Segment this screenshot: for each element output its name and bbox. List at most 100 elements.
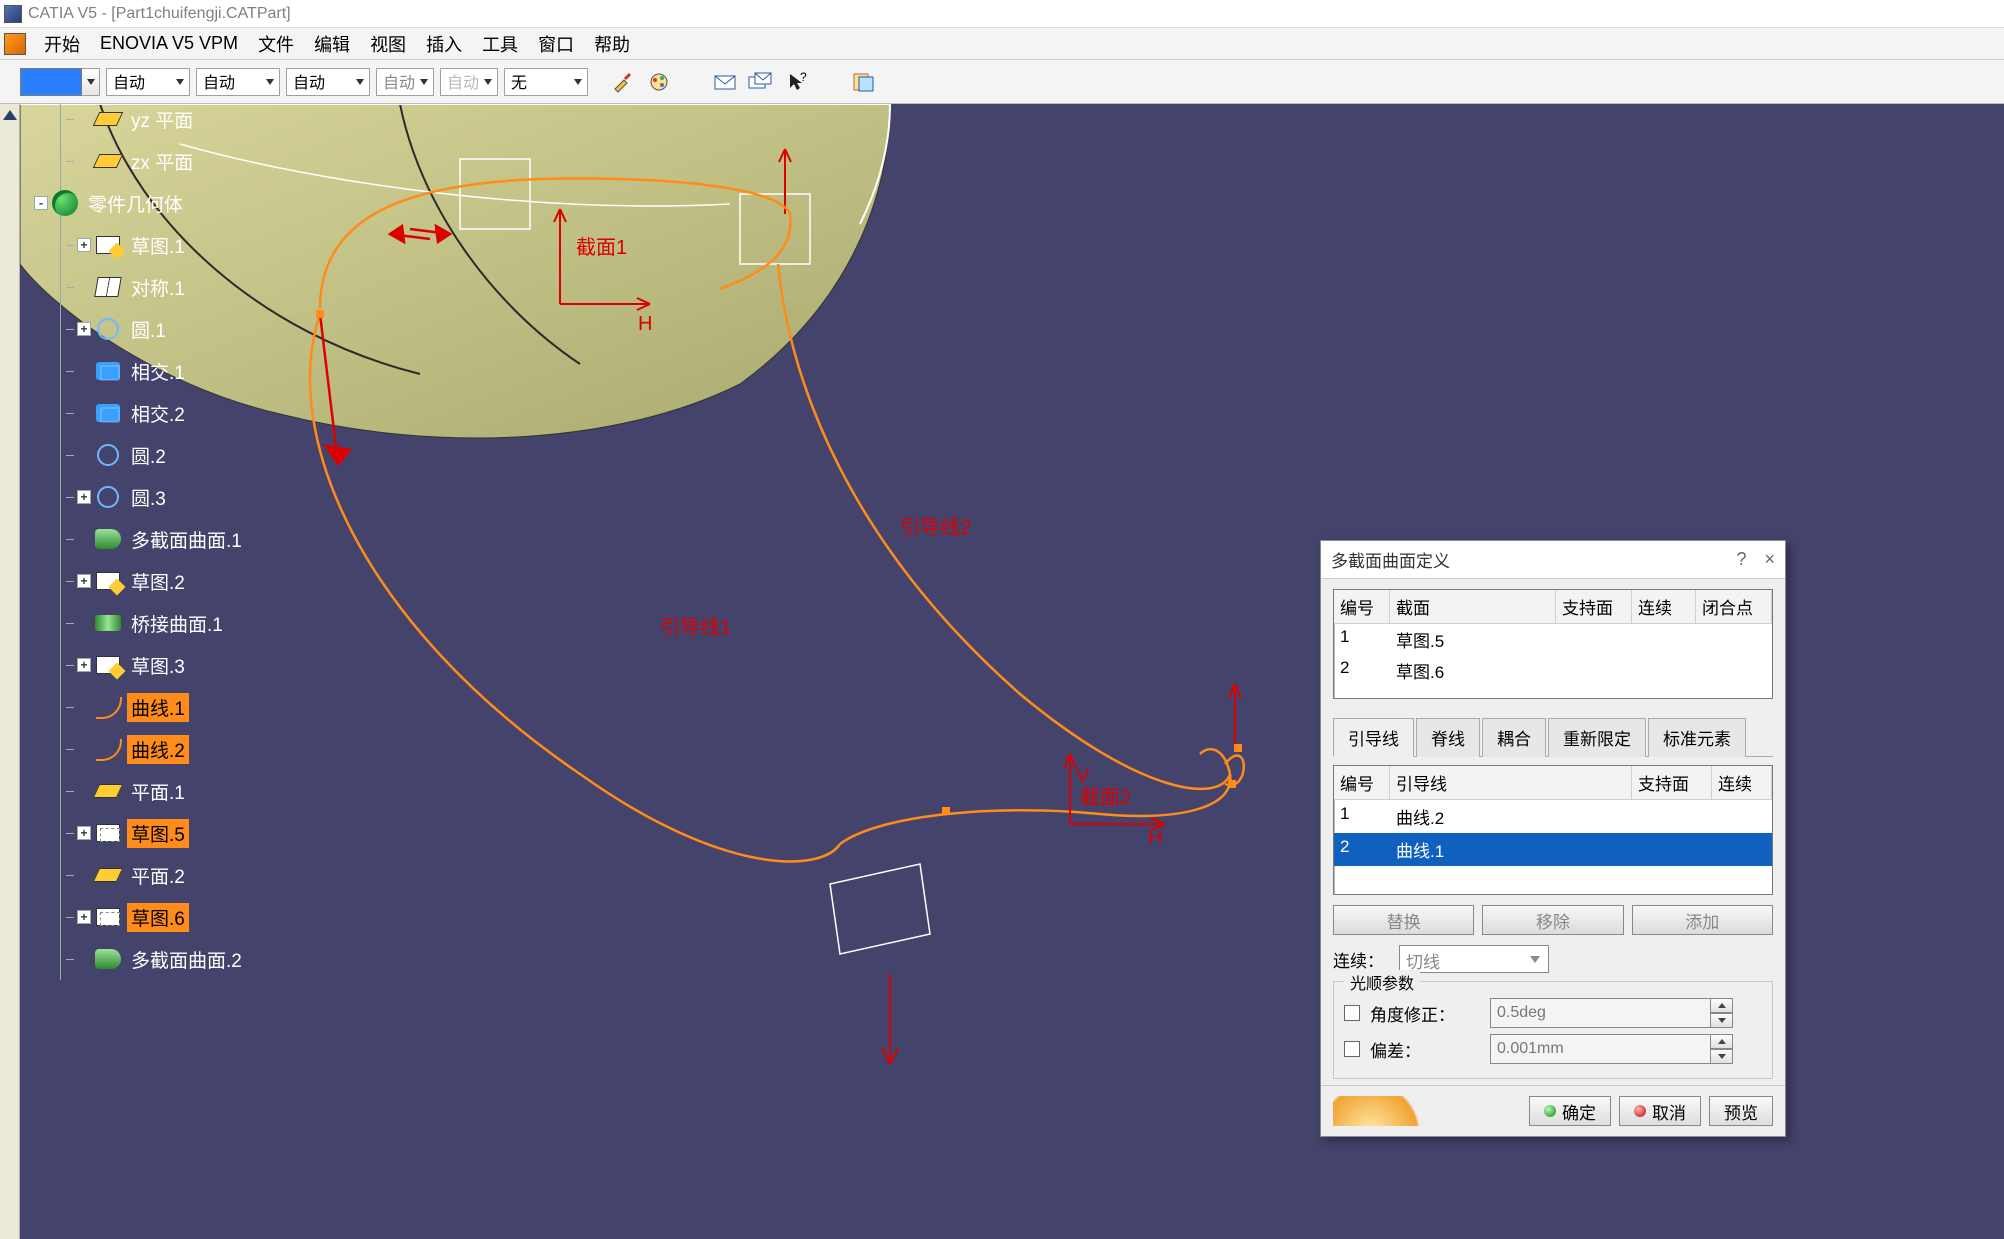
catalog-icon[interactable]: [848, 67, 878, 97]
tab-spine[interactable]: 脊线: [1416, 718, 1480, 757]
tree-item[interactable]: -零件几何体: [34, 182, 314, 224]
menu-file[interactable]: 文件: [248, 27, 304, 61]
tree-item-label: zx 平面: [127, 147, 197, 176]
tree-item[interactable]: +多截面曲面.2: [34, 938, 314, 980]
ok-button[interactable]: 确定: [1529, 1096, 1611, 1126]
tree-item[interactable]: +圆.3: [34, 476, 314, 518]
expander-icon[interactable]: +: [77, 658, 91, 672]
deviation-input[interactable]: [1490, 1034, 1733, 1064]
preview-button[interactable]: 预览: [1709, 1096, 1773, 1126]
tree-item[interactable]: +zx 平面: [34, 140, 314, 182]
combo-auto-5[interactable]: 自动: [440, 68, 498, 96]
tree-item[interactable]: +曲线.2: [34, 728, 314, 770]
menu-window[interactable]: 窗口: [528, 27, 584, 61]
tree-item-label: 多截面曲面.1: [127, 525, 246, 554]
expander-icon[interactable]: +: [77, 490, 91, 504]
expander-icon[interactable]: +: [77, 322, 91, 336]
guides-list[interactable]: 编号 引导线 支持面 连续 1曲线.2 2曲线.1: [1333, 765, 1773, 895]
remove-button[interactable]: 移除: [1482, 905, 1623, 935]
cancel-button[interactable]: 取消: [1619, 1096, 1701, 1126]
tab-canon[interactable]: 标准元素: [1648, 718, 1746, 757]
spec-tree[interactable]: +yz 平面+zx 平面-零件几何体+草图.1+对称.1+圆.1+相交.1+相交…: [34, 104, 314, 980]
col-closept: 闭合点: [1696, 590, 1772, 624]
tree-item[interactable]: +yz 平面: [34, 104, 314, 140]
expander-icon[interactable]: +: [77, 574, 91, 588]
stepper-down-icon[interactable]: [1711, 1013, 1733, 1028]
add-button[interactable]: 添加: [1632, 905, 1773, 935]
tree-item-label: 相交.1: [127, 357, 189, 386]
tree-item[interactable]: +相交.2: [34, 392, 314, 434]
paint-icon[interactable]: [644, 67, 674, 97]
tree-item[interactable]: +多截面曲面.1: [34, 518, 314, 560]
tree-item[interactable]: +对称.1: [34, 266, 314, 308]
replace-button[interactable]: 替换: [1333, 905, 1474, 935]
tree-item[interactable]: + 草图.2: [34, 560, 314, 602]
deviation-checkbox[interactable]: [1344, 1041, 1360, 1057]
dialog-help-icon[interactable]: ?: [1736, 549, 1746, 570]
tree-item-label: 草图.6: [127, 903, 189, 932]
brush-icon[interactable]: [608, 67, 638, 97]
combo-none[interactable]: 无: [504, 68, 588, 96]
combo-auto-2[interactable]: 自动: [196, 68, 280, 96]
tree-item-label: yz 平面: [127, 105, 197, 134]
left-gutter[interactable]: [0, 104, 20, 1239]
stepper-down-icon[interactable]: [1711, 1049, 1733, 1064]
tree-item[interactable]: +平面.2: [34, 854, 314, 896]
combo-auto-1[interactable]: 自动: [106, 68, 190, 96]
label-v: V: [1076, 765, 1090, 787]
menu-view[interactable]: 视图: [360, 27, 416, 61]
tab-couple[interactable]: 耦合: [1482, 718, 1546, 757]
pointer-help-icon[interactable]: ?: [782, 67, 812, 97]
expander-icon[interactable]: +: [77, 826, 91, 840]
mail-multi-icon[interactable]: [746, 67, 776, 97]
combo-auto-4[interactable]: 自动: [376, 68, 434, 96]
tree-item[interactable]: +曲线.1: [34, 686, 314, 728]
plane-icon: [95, 148, 121, 174]
label-guide2: 引导线2: [900, 516, 971, 539]
list-row[interactable]: 2草图.6: [1334, 655, 1772, 686]
menu-insert[interactable]: 插入: [416, 27, 472, 61]
tabs: 引导线 脊线 耦合 重新限定 标准元素: [1333, 717, 1773, 757]
list-row[interactable]: 1草图.5: [1334, 624, 1772, 655]
angle-checkbox[interactable]: [1344, 1005, 1360, 1021]
menu-tools[interactable]: 工具: [472, 27, 528, 61]
continuity-select[interactable]: 切线: [1399, 945, 1549, 973]
stepper-up-icon[interactable]: [1711, 1034, 1733, 1049]
footer-decoration-icon: [1333, 1096, 1521, 1126]
tree-item[interactable]: + 草图.6: [34, 896, 314, 938]
expander-icon[interactable]: +: [77, 238, 91, 252]
tree-item-label: 平面.1: [127, 777, 189, 806]
menu-help[interactable]: 帮助: [584, 27, 640, 61]
color-combo[interactable]: [20, 68, 100, 96]
workbench-icon[interactable]: [4, 33, 26, 55]
list-row[interactable]: 1曲线.2: [1334, 800, 1772, 833]
sections-list[interactable]: 编号 截面 支持面 连续 闭合点 1草图.5 2草图.6: [1333, 589, 1773, 699]
tab-guide[interactable]: 引导线: [1333, 718, 1414, 757]
menu-edit[interactable]: 编辑: [304, 27, 360, 61]
main-area: 截面1 H 引导线1 引导线2: [0, 104, 2004, 1239]
tree-item[interactable]: +草图.5: [34, 812, 314, 854]
tree-item[interactable]: +草图.1: [34, 224, 314, 266]
menu-enovia[interactable]: ENOVIA V5 VPM: [90, 29, 248, 58]
angle-input[interactable]: [1490, 998, 1733, 1028]
list-row[interactable]: 2曲线.1: [1334, 833, 1772, 866]
tree-item-label: 草图.2: [127, 567, 189, 596]
stepper-up-icon[interactable]: [1711, 998, 1733, 1013]
tree-item-label: 对称.1: [127, 273, 189, 302]
dialog-close-icon[interactable]: ×: [1764, 549, 1775, 570]
tree-item[interactable]: +草图.3: [34, 644, 314, 686]
tree-item[interactable]: +平面.1: [34, 770, 314, 812]
expander-icon[interactable]: -: [34, 196, 48, 210]
mail-icon[interactable]: [710, 67, 740, 97]
led-green-icon: [1544, 1105, 1556, 1117]
tree-item[interactable]: +圆.2: [34, 434, 314, 476]
menu-start[interactable]: 开始: [34, 27, 90, 61]
dialog-titlebar[interactable]: 多截面曲面定义 ? ×: [1321, 541, 1785, 579]
tree-item[interactable]: +桥接曲面.1: [34, 602, 314, 644]
tree-item[interactable]: +圆.1: [34, 308, 314, 350]
tree-item[interactable]: +相交.1: [34, 350, 314, 392]
combo-auto-3[interactable]: 自动: [286, 68, 370, 96]
sym-icon: [95, 274, 121, 300]
expander-icon[interactable]: +: [77, 910, 91, 924]
tab-relimit[interactable]: 重新限定: [1548, 718, 1646, 757]
